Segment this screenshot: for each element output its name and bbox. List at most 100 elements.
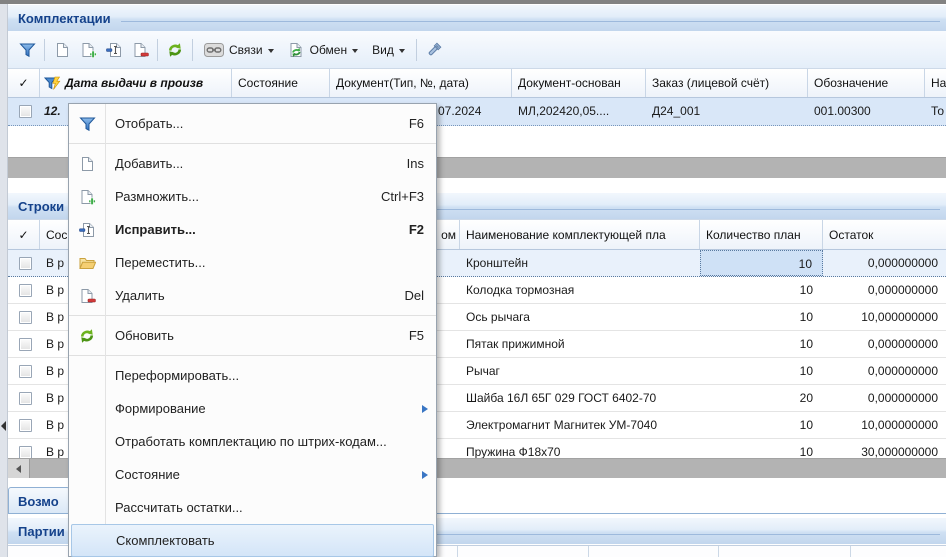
menu-separator [69,352,436,359]
menu-item-ispravit[interactable]: Исправить...F2 [69,213,436,246]
column-header-designation[interactable]: Обозначение [808,69,925,97]
cell-component-name: Рычаг [460,358,700,384]
row-checkbox[interactable] [19,257,32,270]
doc-del-icon [132,42,149,58]
menu-item-skomplektovat[interactable]: Скомплектовать [71,524,434,557]
menu-item-sostoyanie[interactable]: Состояние [69,458,436,491]
cell-qty-plan: 10 [700,277,823,303]
menu-item-obnovit[interactable]: Обновить F5 [69,319,436,352]
column-header-doc[interactable]: Документ(Тип, №, дата) [330,69,512,97]
column-separator [718,546,719,557]
menu-item-udalit[interactable]: Удалить Del [69,279,436,312]
delete-button[interactable] [127,37,153,63]
row-checkbox[interactable] [19,311,32,324]
menu-item-formirovanie[interactable]: Формирование [69,392,436,425]
folder-icon [77,254,97,272]
menu-item-label: Отобрать... [115,116,183,131]
column-header-name[interactable]: На [925,69,946,97]
toolbar-separator [416,39,417,61]
top-table-header: ✓ Дата выдачи в произв Состояние Докумен… [8,68,946,98]
cell-component-name: Кронштейн [460,250,700,276]
column-header-state[interactable]: Состояние [232,69,330,97]
svyazi-dropdown[interactable]: Связи [197,37,281,63]
menu-item-shortcut: Ins [407,156,424,171]
refresh-icon [77,327,97,345]
menu-item-peremestit[interactable]: Переместить... [69,246,436,279]
menu-item-dobavit[interactable]: Добавить... Ins [69,147,436,180]
cell-name: То [925,98,946,125]
cell-component-name: Пятак прижимной [460,331,700,357]
column-header-component-name[interactable]: Наименование комплектующей пла [460,220,700,249]
obmen-dropdown[interactable]: Обмен [281,37,366,63]
doc-add-icon [77,188,97,206]
toolbar: Связи Обмен Вид [8,31,946,68]
refresh-button[interactable] [162,37,188,63]
menu-item-shortcut: F5 [409,328,424,343]
menu-item-otobrat[interactable]: Отобрать... F6 [69,107,436,140]
dropdown-label: Вид [372,43,394,57]
menu-item-shortcut: Del [404,288,424,303]
duplicate-button[interactable] [75,37,101,63]
filter-button[interactable] [14,37,40,63]
row-checkbox[interactable] [19,419,32,432]
cell-rest: 10,000000000 [823,412,946,438]
panel-header-komplektacii: Комплектации [8,4,946,31]
menu-item-pereformirovat[interactable]: Переформировать... [69,359,436,392]
row-checkbox[interactable] [19,392,32,405]
tab-label: Возмо [18,494,59,509]
row-checkbox[interactable] [19,365,32,378]
cell-qty-plan: 20 [700,385,823,411]
menu-item-shortcut: F6 [409,116,424,131]
menu-separator [69,312,436,319]
stroki-title: Строки [18,199,64,214]
column-header-order[interactable]: Заказ (лицевой счёт) [646,69,808,97]
tab-vozmozhnosti[interactable]: Возмо [8,487,70,514]
column-header-rest[interactable]: Остаток [823,220,946,249]
cell-designation: 001.00300 [808,98,925,125]
menu-separator [69,140,436,147]
menu-item-label: Отработать комплектацию по штрих-кодам..… [115,434,387,449]
collapse-left-icon[interactable] [1,421,6,431]
cell-order: Д24_001 [646,98,808,125]
menu-item-label: Добавить... [115,156,183,171]
app-window: Комплектации Связи Обмен Вид ✓ Дата выдачи… [0,0,946,557]
column-header-date[interactable]: Дата выдачи в произв [40,69,232,97]
dropdown-label: Связи [229,43,263,57]
cell-qty-plan: 10 [700,304,823,330]
filter-icon [77,115,97,133]
row-checkbox[interactable] [19,105,32,118]
column-header-check[interactable]: ✓ [8,220,40,249]
menu-item-label: Обновить [115,328,174,343]
cell-component-name: Ось рычага [460,304,700,330]
doc-add-icon [80,42,97,58]
left-splitter[interactable] [0,4,8,557]
vid-dropdown[interactable]: Вид [365,37,412,63]
chevron-down-icon [352,49,358,53]
menu-item-razmnozhit[interactable]: Размножить...Ctrl+F3 [69,180,436,213]
scroll-left-button[interactable] [8,459,30,478]
column-header-check[interactable]: ✓ [8,69,40,97]
add-button[interactable] [49,37,75,63]
menu-item-label: Удалить [115,288,165,303]
filter-lightning-icon [44,76,62,91]
doc-edit-icon [77,221,97,239]
menu-item-label: Формирование [115,401,206,416]
row-checkbox[interactable] [19,338,32,351]
menu-item-label: Переформировать... [115,368,239,383]
menu-item-label: Размножить... [115,189,199,204]
row-checkbox[interactable] [19,284,32,297]
cell-rest: 0,000000000 [823,250,946,276]
cell-rest: 0,000000000 [823,385,946,411]
column-header-qty-plan[interactable]: Количество план [700,220,823,249]
refresh-icon [166,42,184,58]
cell-qty-plan: 10 [700,358,823,384]
menu-item-otrabotat-shtrih[interactable]: Отработать комплектацию по штрих-кодам..… [69,425,436,458]
menu-item-rasschitat-ostatki[interactable]: Рассчитать остатки... [69,491,436,524]
menu-item-label: Скомплектовать [116,533,215,548]
edit-button[interactable] [101,37,127,63]
settings-button[interactable] [421,37,447,63]
column-header-doc-base[interactable]: Документ-основан [512,69,646,97]
link-icon [204,43,224,57]
toolbar-separator [44,39,45,61]
toolbar-separator [157,39,158,61]
